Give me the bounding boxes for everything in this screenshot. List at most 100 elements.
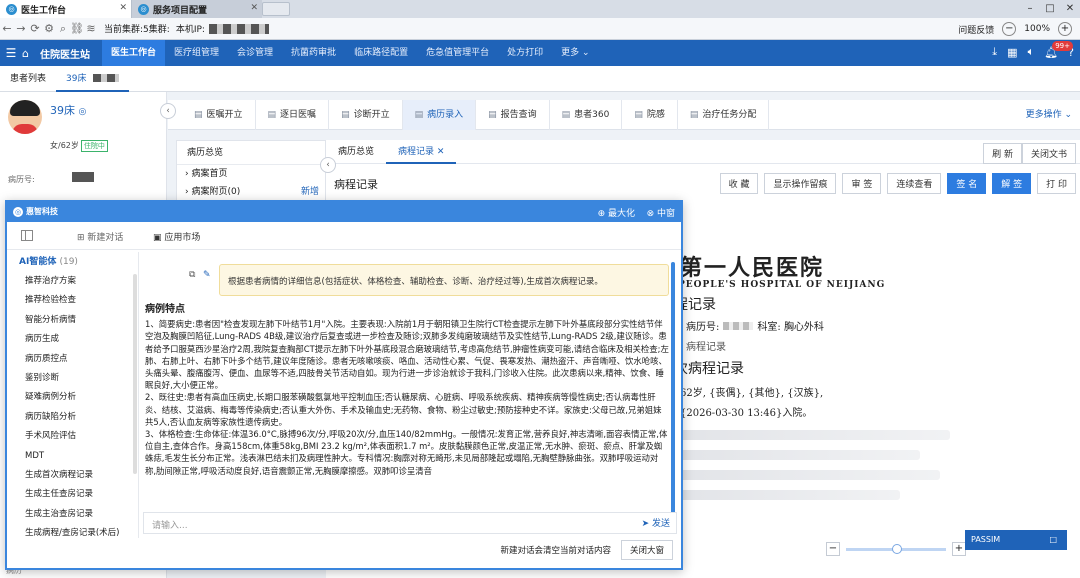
- sign-button[interactable]: 签 名: [947, 173, 987, 194]
- app-icon: ◎: [6, 3, 17, 15]
- close-icon[interactable]: ✕: [437, 147, 445, 157]
- collapse-panel-button[interactable]: ‹: [160, 103, 176, 119]
- tree-item-front-page[interactable]: › 病案首页: [177, 165, 325, 183]
- menu-icon[interactable]: ☰: [0, 46, 22, 60]
- nav-antibiotic-approval[interactable]: 抗菌药审批: [282, 40, 345, 66]
- tab-treatment-tasks[interactable]: ▤ 治疗任务分配: [678, 99, 770, 130]
- settings-icon[interactable]: ⚙: [42, 22, 56, 35]
- notification-icon[interactable]: 🔔︎ 99+: [1044, 40, 1073, 59]
- feedback-link[interactable]: 问题反馈: [958, 23, 994, 36]
- agent-item[interactable]: 病历生成: [17, 330, 138, 349]
- nav-critical-values[interactable]: 危急值管理平台: [417, 40, 498, 66]
- close-icon[interactable]: ✕: [119, 3, 127, 13]
- minimize-button[interactable]: –: [1020, 0, 1040, 18]
- conversation-scrollbar[interactable]: [671, 262, 675, 522]
- new-chat-button[interactable]: ⊞ 新建对话: [77, 230, 123, 243]
- close-docs-button[interactable]: 关闭文书: [1021, 143, 1076, 164]
- close-window-button[interactable]: ✕: [1060, 0, 1080, 18]
- browser-tab-doctor-workbench[interactable]: ◎ 医生工作台 ✕: [0, 0, 132, 18]
- agent-item[interactable]: 生成主治查房记录: [17, 505, 138, 524]
- agent-item[interactable]: 生成病程/查房记录(术后): [17, 524, 138, 538]
- browser-tab-bar: ◎ 医生工作台 ✕ ◎ 服务项目配置 ✕ – □ ✕: [0, 0, 1080, 18]
- favorite-button[interactable]: 收 藏: [719, 173, 759, 194]
- agent-item[interactable]: 疑难病例分析: [17, 388, 138, 407]
- agent-item[interactable]: MDT: [17, 447, 138, 466]
- sidebar-toggle-icon[interactable]: [21, 230, 33, 241]
- agent-item[interactable]: 智能分析病情: [17, 311, 138, 330]
- agent-item[interactable]: 推荐检验检查: [17, 291, 138, 310]
- agent-item[interactable]: 手术风险评估: [17, 427, 138, 446]
- tree-item-attachment[interactable]: › 病案附页(0) 新增: [177, 183, 325, 201]
- print-button[interactable]: 打 印: [1037, 173, 1076, 194]
- tab-patient-list[interactable]: 患者列表: [0, 66, 56, 92]
- tab-daily-orders[interactable]: ▤ 逐日医嘱: [256, 99, 330, 130]
- zoom-out-button[interactable]: −: [1002, 22, 1017, 36]
- speaker-icon[interactable]: 🔈︎: [1028, 45, 1035, 59]
- nav-medical-group[interactable]: 医疗组管理: [165, 40, 228, 66]
- medium-window-button[interactable]: ⊗ 中窗: [647, 206, 675, 219]
- back-icon[interactable]: ←: [0, 22, 14, 35]
- restore-icon[interactable]: □: [1049, 530, 1057, 550]
- tab-label: 病历录入: [427, 109, 464, 120]
- chevron-right-icon: ›: [185, 187, 189, 197]
- nav-prescription-print[interactable]: 处方打印: [498, 40, 552, 66]
- tab-patient-39[interactable]: 39床: [56, 66, 130, 92]
- passim-widget[interactable]: PASSIM □: [965, 530, 1067, 550]
- chat-input[interactable]: 请输入... ➤ 发送: [143, 512, 677, 534]
- agent-item[interactable]: 病历缺陷分析: [17, 408, 138, 427]
- refresh-button[interactable]: 刷 新: [983, 143, 1022, 164]
- agent-item[interactable]: 生成首次病程记录: [17, 466, 138, 485]
- tab-patient-360[interactable]: ▤ 患者360: [550, 99, 623, 130]
- more-operations[interactable]: 更多操作 ⌄: [1026, 100, 1072, 130]
- new-attachment-link[interactable]: 新增: [301, 183, 319, 201]
- zoom-in-button[interactable]: +: [952, 542, 966, 556]
- tab-infection[interactable]: ▤ 院感: [622, 99, 678, 130]
- review-sign-button[interactable]: 审 签: [842, 173, 882, 194]
- browser-tab-service-config[interactable]: ◎ 服务项目配置 ✕: [132, 0, 262, 18]
- collapse-tree-button[interactable]: ‹: [320, 157, 336, 173]
- nav-clinical-path[interactable]: 临床路径配置: [345, 40, 417, 66]
- continuous-view-button[interactable]: 连续查看: [887, 173, 942, 194]
- close-icon[interactable]: ✕: [250, 3, 258, 13]
- home-icon[interactable]: ⌂: [22, 47, 36, 60]
- unsign-button[interactable]: 解 签: [992, 173, 1032, 194]
- agent-item[interactable]: 推荐治疗方案: [17, 272, 138, 291]
- agent-item[interactable]: 病历质控点: [17, 350, 138, 369]
- agent-item[interactable]: 生成主任查房记录: [17, 485, 138, 504]
- zoom-out-button[interactable]: −: [826, 542, 840, 556]
- tab-order-entry[interactable]: ▤ 医嘱开立: [182, 99, 256, 130]
- section-label: 病程记录: [686, 342, 726, 353]
- nav-more[interactable]: 更多 ⌄: [552, 40, 598, 66]
- link-icon[interactable]: ⛓: [70, 22, 84, 35]
- edit-icon[interactable]: ✎: [203, 270, 211, 280]
- slider-handle[interactable]: [892, 543, 902, 554]
- download-icon[interactable]: ⤓: [992, 45, 997, 59]
- doc-tab-progress[interactable]: 病程记录 ✕: [386, 140, 457, 164]
- tab-diagnosis[interactable]: ▤ 诊断开立: [329, 99, 403, 130]
- maximize-button[interactable]: □: [1040, 0, 1060, 18]
- nav-consultation[interactable]: 会诊管理: [228, 40, 282, 66]
- tab-report-query[interactable]: ▤ 报告查询: [476, 99, 550, 130]
- record-icon: ▤: [414, 109, 424, 120]
- agent-list-scrollbar[interactable]: [133, 274, 137, 474]
- doc-tab-overview[interactable]: 病历总览: [326, 140, 386, 164]
- agent-item[interactable]: 鉴别诊断: [17, 369, 138, 388]
- maximize-icon: ⊕: [597, 209, 606, 219]
- calendar-icon[interactable]: ▦: [1007, 46, 1017, 59]
- tab-record-entry[interactable]: ▤ 病历录入: [402, 99, 477, 130]
- send-button[interactable]: ➤ 发送: [642, 516, 670, 529]
- copy-icon[interactable]: ⧉: [189, 270, 195, 280]
- reload-icon[interactable]: ⟳: [28, 22, 42, 35]
- forward-icon[interactable]: →: [14, 22, 28, 35]
- new-tab-button[interactable]: [262, 2, 290, 16]
- input-placeholder: 请输入...: [152, 521, 188, 531]
- show-trace-button[interactable]: 显示操作留痕: [764, 173, 837, 194]
- app-market-button[interactable]: ▣ 应用市场: [153, 230, 200, 243]
- close-big-window-button[interactable]: 关闭大窗: [620, 540, 673, 560]
- nav-doctor-workbench[interactable]: 医生工作台: [102, 40, 166, 66]
- zoom-slider[interactable]: [846, 543, 946, 554]
- maximize-ai-button[interactable]: ⊕ 最大化: [598, 206, 635, 219]
- blurred-text: [680, 470, 940, 480]
- search-icon[interactable]: ⌕: [56, 22, 70, 36]
- zoom-in-button[interactable]: +: [1058, 22, 1072, 36]
